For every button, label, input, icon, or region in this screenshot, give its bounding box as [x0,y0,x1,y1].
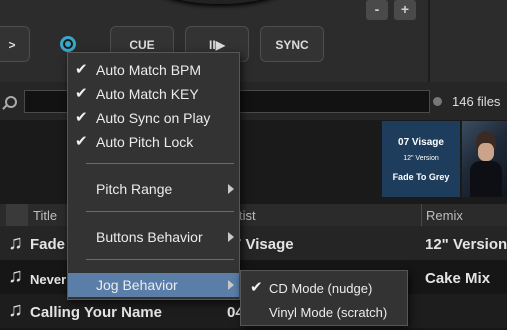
deck-divider [428,0,430,82]
search-icon [5,96,17,108]
music-note-icon: ♫ [8,299,23,321]
menu-item-auto-pitch-lock[interactable]: ✔ Auto Pitch Lock [68,131,239,153]
header-icon-col [6,204,28,226]
menu-item-auto-match-key[interactable]: ✔ Auto Match KEY [68,83,239,105]
submenu-item-cd-mode[interactable]: ✔ CD Mode (nudge) [241,277,407,299]
menu-separator [86,163,234,164]
header-divider [421,204,422,226]
settings-context-menu: ✔ Auto Match BPM ✔ Auto Match KEY ✔ Auto… [67,52,240,300]
row-title: Fade [30,236,66,253]
submenu-item-vinyl-mode[interactable]: Vinyl Mode (scratch) [241,301,407,323]
menu-item-label: Auto Match BPM [96,62,202,78]
pitch-plus-button[interactable]: + [394,0,416,20]
menu-item-label: Jog Behavior [96,277,178,293]
settings-gear-icon[interactable] [60,36,76,52]
jog-behavior-submenu: ✔ CD Mode (nudge) Vinyl Mode (scratch) [240,270,408,326]
pitch-minus-button[interactable]: - [366,0,388,20]
checkmark-icon: ✔ [75,61,88,78]
menu-item-buttons-behavior[interactable]: Buttons Behavior [68,226,239,248]
column-header-remix[interactable]: Remix [426,208,463,223]
submenu-item-label: CD Mode (nudge) [269,281,373,296]
menu-separator [86,259,234,260]
column-header-title[interactable]: Title [33,208,57,223]
music-note-icon: ♫ [8,232,23,254]
menu-item-label: Auto Sync on Play [96,110,211,126]
checkmark-icon: ✔ [75,109,88,126]
submenu-arrow-icon [228,184,234,194]
row-title: Calling Your Name [30,304,162,321]
album-cover-astley[interactable] [462,121,507,197]
music-note-icon: ♫ [8,265,23,287]
row-artist: 7 Visage [233,236,294,253]
submenu-item-label: Vinyl Mode (scratch) [269,305,388,320]
submenu-arrow-icon [228,280,234,290]
album-cover-visage[interactable]: 07 Visage 12" Version Fade To Grey [382,121,460,197]
menu-item-jog-behavior[interactable]: Jog Behavior [68,273,239,297]
expand-button[interactable]: > [0,26,30,62]
menu-item-label: Buttons Behavior [96,229,203,245]
checkmark-icon: ✔ [75,85,88,102]
cover-version: 12" Version [403,155,439,162]
menu-item-label: Auto Pitch Lock [96,134,194,150]
sync-button[interactable]: SYNC [260,26,324,62]
checkmark-icon: ✔ [75,133,88,150]
menu-separator [86,211,234,212]
row-remix: 12" Version [425,236,507,253]
menu-item-label: Pitch Range [96,181,173,197]
menu-item-label: Auto Match KEY [96,86,199,102]
cover-title: Fade To Grey [392,172,450,182]
checkmark-icon: ✔ [250,279,263,296]
submenu-arrow-icon [228,232,234,242]
row-title: Never [30,272,67,287]
menu-item-auto-sync-on-play[interactable]: ✔ Auto Sync on Play [68,107,239,129]
row-remix: Cake Mix [425,270,491,287]
cover-artist: 07 Visage [398,137,444,148]
file-count: 146 files [452,94,501,109]
menu-item-auto-match-bpm[interactable]: ✔ Auto Match BPM [68,59,239,81]
status-dot-icon [433,97,442,106]
menu-item-pitch-range[interactable]: Pitch Range [68,178,239,200]
